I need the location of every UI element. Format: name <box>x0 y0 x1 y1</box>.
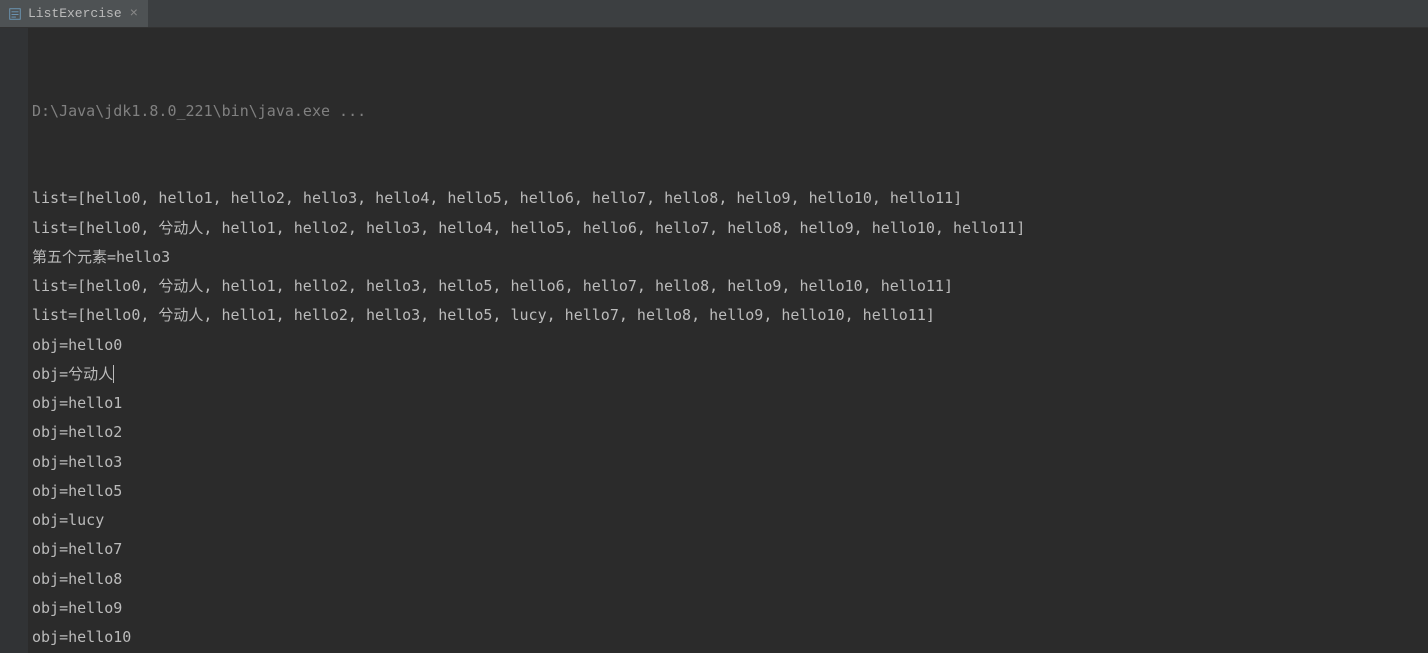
console-output-line: obj=hello3 <box>32 448 1025 477</box>
console-output-line: obj=lucy <box>32 506 1025 535</box>
console-output-lines: list=[hello0, hello1, hello2, hello3, he… <box>32 184 1025 653</box>
console-output-line: obj=hello0 <box>32 331 1025 360</box>
tab-list-exercise[interactable]: ListExercise × <box>0 0 148 27</box>
console-output-line: list=[hello0, 兮动人, hello1, hello2, hello… <box>32 301 1025 330</box>
console-output-line: list=[hello0, hello1, hello2, hello3, he… <box>32 184 1025 213</box>
tab-bar: ListExercise × <box>0 0 1428 28</box>
console-output-panel[interactable]: D:\Java\jdk1.8.0_221\bin\java.exe ... li… <box>0 28 1428 653</box>
console-output-line: obj=hello8 <box>32 565 1025 594</box>
run-config-icon <box>8 7 22 21</box>
console-output-line: obj=兮动人 <box>32 360 1025 389</box>
console-output-line: obj=hello10 <box>32 623 1025 652</box>
text-cursor <box>113 365 114 383</box>
console-output-line: obj=hello9 <box>32 594 1025 623</box>
console-output-line: obj=hello7 <box>32 535 1025 564</box>
tab-close-icon[interactable]: × <box>128 6 140 22</box>
console-gutter <box>0 28 28 653</box>
console-content[interactable]: D:\Java\jdk1.8.0_221\bin\java.exe ... li… <box>28 28 1025 653</box>
console-output-line: list=[hello0, 兮动人, hello1, hello2, hello… <box>32 214 1025 243</box>
console-output-line: obj=hello5 <box>32 477 1025 506</box>
console-output-line: list=[hello0, 兮动人, hello1, hello2, hello… <box>32 272 1025 301</box>
tab-title: ListExercise <box>28 6 122 21</box>
console-command-line: D:\Java\jdk1.8.0_221\bin\java.exe ... <box>32 97 1025 126</box>
console-output-line: obj=hello1 <box>32 389 1025 418</box>
console-output-line: obj=hello2 <box>32 418 1025 447</box>
console-output-line: 第五个元素=hello3 <box>32 243 1025 272</box>
